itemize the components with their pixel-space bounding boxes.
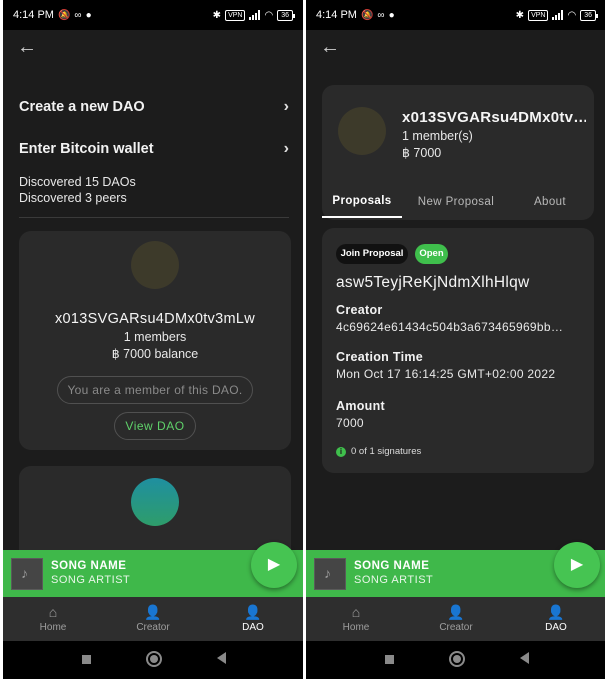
info-icon: i — [336, 446, 346, 457]
signal-icon — [552, 10, 564, 20]
nav-creator[interactable]: 👤 Creator — [103, 597, 203, 641]
home-icon: ⌂ — [48, 604, 58, 620]
right-screen: 4:14 PM 🔕 ∞ ● ✱ VPN ◠ 36 ← x013SVGARsu4D… — [306, 0, 605, 679]
vpn-icon: VPN — [528, 9, 549, 21]
status-time: 4:14 PM — [316, 9, 357, 21]
mute-icon: 🔕 — [57, 9, 71, 21]
divider — [19, 217, 289, 218]
left-screen: 4:14 PM 🔕 ∞ ● ✱ VPN ◠ 36 ← Create a new … — [3, 0, 303, 679]
system-nav — [306, 641, 605, 679]
status-badge: Open — [415, 244, 448, 264]
signatures-row: i 0 of 1 signatures — [336, 446, 421, 457]
app-icon: ● — [388, 9, 395, 21]
nav-home[interactable]: ⌂ Home — [306, 597, 406, 641]
bluetooth-icon: ✱ — [515, 9, 525, 21]
home-circle-icon[interactable] — [449, 651, 465, 667]
dao-members: 1 members — [123, 330, 187, 344]
tab-about[interactable]: About — [510, 186, 590, 218]
song-artist: SONG ARTIST — [354, 574, 434, 586]
person-icon: 👤 — [244, 604, 262, 620]
recents-icon[interactable] — [385, 655, 394, 664]
bottom-nav: ⌂ Home 👤 Creator 👤 DAO — [3, 597, 303, 641]
home-circle-icon[interactable] — [146, 651, 162, 667]
person-icon: 👤 — [447, 604, 465, 620]
enter-wallet-row[interactable]: Enter Bitcoin wallet › — [19, 140, 289, 158]
battery-icon: 36 — [277, 9, 295, 21]
play-button[interactable]: ▶ — [554, 542, 600, 588]
dao-avatar — [131, 478, 179, 526]
back-arrow-icon[interactable]: ← — [320, 36, 340, 59]
link-icon: ∞ — [74, 9, 82, 21]
nav-home[interactable]: ⌂ Home — [3, 597, 103, 641]
vpn-icon: VPN — [225, 9, 246, 21]
nav-dao[interactable]: 👤 DAO — [203, 597, 303, 641]
wifi-icon: ◠ — [567, 9, 577, 21]
status-time: 4:14 PM — [13, 9, 54, 21]
dao-members: 1 member(s) — [402, 129, 473, 143]
member-notice: You are a member of this DAO. — [57, 376, 253, 404]
song-name: SONG NAME — [51, 560, 127, 572]
music-player[interactable]: SONG NAME SONG ARTIST ▶ — [3, 542, 303, 597]
creation-time-value: Mon Oct 17 16:14:25 GMT+02:00 2022 — [336, 367, 556, 381]
song-name: SONG NAME — [354, 560, 430, 572]
dao-balance: ฿ 7000 balance — [111, 347, 199, 361]
play-button[interactable]: ▶ — [251, 542, 297, 588]
proposal-card[interactable]: Join Proposal Open asw5TeyjReKjNdmXlhHlq… — [322, 228, 594, 473]
creation-time-label: Creation Time — [336, 350, 424, 364]
discovered-daos: Discovered 15 DAOs — [19, 175, 136, 189]
home-icon: ⌂ — [351, 604, 361, 620]
amount-value: 7000 — [336, 416, 364, 430]
back-triangle-icon[interactable] — [217, 652, 226, 664]
back-arrow-icon[interactable]: ← — [17, 36, 37, 59]
status-bar: 4:14 PM 🔕 ∞ ● ✱ VPN ◠ 36 — [306, 0, 605, 30]
enter-wallet-label: Enter Bitcoin wallet — [19, 141, 154, 157]
view-dao-button[interactable]: View DAO — [114, 412, 196, 440]
person-icon: 👤 — [144, 604, 162, 620]
person-icon: 👤 — [547, 604, 565, 620]
dao-name: x013SVGARsu4DMx0tv… — [402, 109, 586, 126]
create-dao-label: Create a new DAO — [19, 99, 145, 115]
play-icon: ▶ — [570, 556, 584, 573]
dao-card: x013SVGARsu4DMx0tv3mLw 1 members ฿ 7000 … — [19, 231, 291, 450]
nav-dao[interactable]: 👤 DAO — [506, 597, 605, 641]
discovered-peers: Discovered 3 peers — [19, 191, 127, 205]
chevron-right-icon: › — [283, 98, 289, 115]
create-dao-row[interactable]: Create a new DAO › — [19, 98, 289, 116]
creator-value: 4c69624e61434c504b3a673465969bb… — [336, 320, 564, 334]
link-icon: ∞ — [377, 9, 385, 21]
battery-icon: 36 — [580, 9, 598, 21]
app-icon: ● — [85, 9, 92, 21]
bluetooth-icon: ✱ — [212, 9, 222, 21]
recents-icon[interactable] — [82, 655, 91, 664]
signatures-text: 0 of 1 signatures — [351, 446, 422, 457]
wifi-icon: ◠ — [264, 9, 274, 21]
mute-icon: 🔕 — [360, 9, 374, 21]
dao-avatar — [131, 241, 179, 289]
amount-label: Amount — [336, 399, 386, 413]
join-proposal-tag[interactable]: Join Proposal — [336, 244, 408, 264]
proposal-id: asw5TeyjReKjNdmXlhHlqw — [336, 274, 530, 291]
song-artist: SONG ARTIST — [51, 574, 131, 586]
dao-avatar — [338, 107, 386, 155]
system-nav — [3, 641, 303, 679]
tab-new-proposal[interactable]: New Proposal — [402, 186, 510, 218]
bottom-nav: ⌂ Home 👤 Creator 👤 DAO — [306, 597, 605, 641]
status-bar: 4:14 PM 🔕 ∞ ● ✱ VPN ◠ 36 — [3, 0, 303, 30]
chevron-right-icon: › — [283, 140, 289, 157]
signal-icon — [249, 10, 261, 20]
nav-creator[interactable]: 👤 Creator — [406, 597, 506, 641]
album-art-icon — [314, 558, 346, 590]
play-icon: ▶ — [267, 556, 281, 573]
dao-balance: ฿ 7000 — [402, 146, 442, 160]
tab-bar: Proposals New Proposal About — [322, 186, 590, 218]
back-triangle-icon[interactable] — [520, 652, 529, 664]
album-art-icon — [11, 558, 43, 590]
music-player[interactable]: SONG NAME SONG ARTIST ▶ — [306, 542, 605, 597]
creator-label: Creator — [336, 303, 383, 317]
tab-proposals[interactable]: Proposals — [322, 186, 402, 218]
dao-name: x013SVGARsu4DMx0tv3mLw — [54, 311, 255, 327]
